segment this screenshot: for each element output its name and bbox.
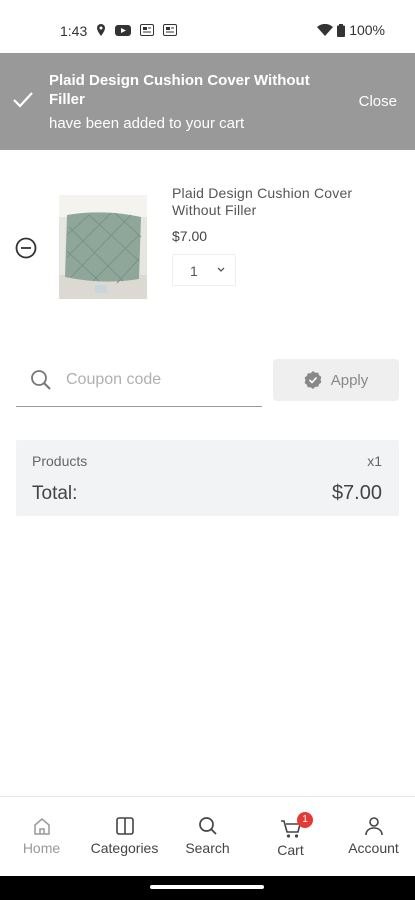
nav-search-label: Search <box>185 840 230 856</box>
product-price: $7.00 <box>172 228 208 244</box>
news-icon <box>140 24 154 36</box>
apply-button[interactable]: Apply <box>273 359 399 401</box>
nav-account[interactable]: Account <box>332 797 415 877</box>
nav-cart-label: Cart <box>277 842 304 858</box>
search-icon <box>198 817 217 835</box>
quantity-value: 1 <box>190 263 198 279</box>
youtube-icon <box>115 24 131 36</box>
nav-account-label: Account <box>348 840 399 856</box>
remove-item-icon[interactable] <box>15 237 37 259</box>
bottom-navigation: Home Categories Search 1 Cart Account <box>0 796 415 876</box>
cushion-picture <box>59 195 147 299</box>
wifi-icon <box>317 24 334 36</box>
verified-check-icon <box>304 371 322 389</box>
nav-cart[interactable]: 1 Cart <box>249 797 332 877</box>
categories-icon <box>115 817 134 835</box>
search-icon <box>31 370 51 390</box>
apply-label: Apply <box>330 371 369 389</box>
nav-search[interactable]: Search <box>166 797 249 877</box>
cart-badge: 1 <box>297 812 313 828</box>
order-summary: Products x1 Total: $7.00 <box>16 440 399 516</box>
total-value: $7.00 <box>331 482 382 504</box>
battery-icon <box>337 23 346 37</box>
nav-categories-label: Categories <box>90 840 159 856</box>
toast-subtitle: have been added to your cart <box>49 115 245 132</box>
total-label: Total: <box>32 483 78 504</box>
product-image[interactable] <box>59 195 147 299</box>
products-count: x1 <box>367 453 382 469</box>
nav-home-label: Home <box>22 840 61 856</box>
products-label: Products <box>32 453 88 469</box>
added-to-cart-toast: Plaid Design Cushion Cover Without Fille… <box>0 53 415 150</box>
location-icon <box>97 24 105 36</box>
home-gesture-bar[interactable] <box>150 885 264 889</box>
status-time: 1:43 <box>60 23 88 39</box>
battery-percent: 100% <box>349 22 385 38</box>
quantity-select[interactable]: 1 <box>172 254 236 286</box>
check-icon <box>13 92 33 108</box>
notification-icons <box>96 24 177 36</box>
nav-categories[interactable]: Categories <box>83 797 166 877</box>
toast-title: Plaid Design Cushion Cover Without Fille… <box>49 72 310 108</box>
chevron-down-icon <box>217 267 225 272</box>
coupon-input[interactable] <box>66 368 256 392</box>
gesture-navigation-area <box>0 876 415 900</box>
news-icon-2 <box>163 24 177 36</box>
status-bar: 1:43 100% <box>0 0 415 53</box>
toast-close-button[interactable]: Close <box>359 93 397 110</box>
product-name[interactable]: Plaid Design Cushion Cover Without Fille… <box>172 185 372 219</box>
account-icon <box>364 817 383 836</box>
nav-home[interactable]: Home <box>0 797 83 877</box>
coupon-field[interactable] <box>16 360 262 407</box>
home-icon <box>33 818 50 835</box>
status-right: 100% <box>317 22 385 38</box>
